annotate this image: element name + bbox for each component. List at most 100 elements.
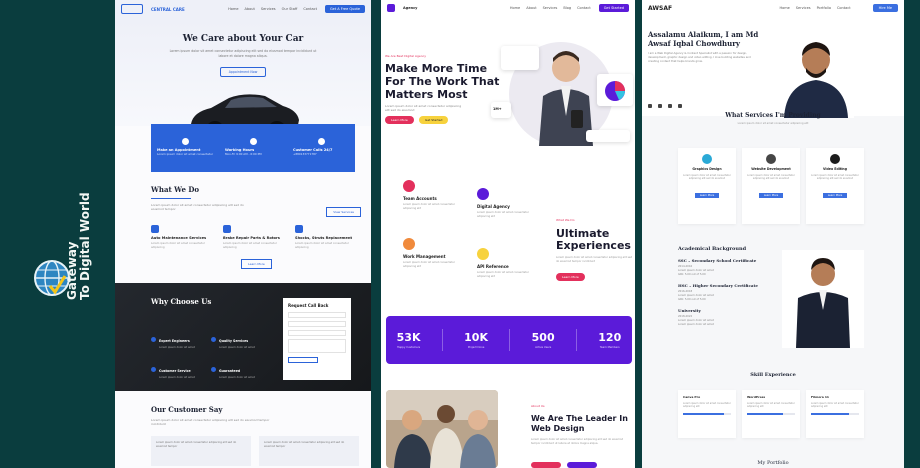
portfolio-nav: AWSAF Home Services Portfolio Contact Hi… (642, 0, 904, 16)
hsc-title: HSC – Higher Secondary Certificate (678, 283, 758, 288)
portfolio-hero: Assalamu Alaikum, I am Md Awsaf Iqbal Ch… (642, 16, 904, 118)
email-field[interactable] (288, 321, 346, 327)
agency-logo-icon[interactable] (387, 4, 395, 12)
ue-learn-more-button[interactable]: Learn More (556, 273, 585, 282)
nav-link[interactable]: Portfolio (817, 6, 831, 10)
stat-item: 53K Happy Customers (397, 331, 421, 349)
agency-icon (477, 188, 489, 200)
nav-link[interactable]: Home (228, 7, 238, 11)
linkedin-icon[interactable] (658, 104, 662, 108)
card-button[interactable]: Learn More (822, 192, 848, 198)
nav-link[interactable]: About (245, 7, 255, 11)
testimonial-card: Lorem ipsum dolor sit amet consectetur a… (151, 436, 251, 466)
submit-button[interactable] (288, 357, 318, 363)
get-started-nav-button[interactable]: Get Started (598, 4, 629, 12)
why-item-title: Guaranteed (219, 369, 241, 374)
car-logo-text: CENTRAL CARE (151, 6, 185, 12)
service-title: Brake Repair Parts & Rotors (223, 236, 280, 240)
what-we-do-section: What We Do Lorem ipsum dolor sit amet co… (151, 185, 361, 270)
leader-section: About Us We Are The Leader In Web Design… (531, 392, 631, 445)
agency-nav: Agency Home About Services Blog Contact … (381, 0, 635, 16)
quote-button[interactable]: Get A Free Quote (324, 5, 365, 13)
why-item: Customer Service Lorem ipsum dolor sit am… (151, 357, 205, 379)
hsc-item: GPA: 5.00 out of 5.00 (678, 298, 706, 301)
skill-card: Canva Pro Lorem ipsum dolor sit amet con… (678, 390, 736, 438)
service-title: API Reference (477, 264, 509, 269)
card-button[interactable]: Learn More (694, 192, 720, 198)
feature-text: +880133771787 (293, 152, 317, 156)
leader-primary-button[interactable] (531, 462, 561, 468)
nav-link[interactable]: Contact (577, 6, 591, 10)
why-item-text: Lorem ipsum dolor sit amet (219, 346, 255, 349)
skill-name: Canva Pro (683, 395, 701, 399)
name-field[interactable] (288, 312, 346, 318)
nav-link[interactable]: Services (261, 7, 276, 11)
agency-logo-text: Agency (403, 6, 418, 10)
service-text: Lorem ipsum dolor sit amet consectetur a… (403, 203, 455, 210)
why-item-text: Lorem ipsum dolor sit amet (159, 376, 195, 380)
facebook-icon[interactable] (648, 104, 652, 108)
stat-label: Happy Customers (397, 346, 421, 349)
skill-card: Filmora 11 Lorem ipsum dolor sit amet co… (806, 390, 864, 438)
view-services-button[interactable]: View Services (326, 207, 361, 217)
learn-more-button[interactable]: Learn More (385, 116, 414, 124)
why-item-title: Expert Engineers (159, 339, 190, 343)
stat-label: Active Users (535, 346, 552, 349)
form-title: Request Call Back (288, 303, 329, 308)
pie-chart-card (597, 74, 633, 106)
skill-progress-fill (683, 412, 724, 415)
nav-link[interactable]: Services (796, 6, 811, 10)
skill-progress-fill (747, 412, 783, 415)
nav-link[interactable]: Home (510, 6, 520, 10)
shock-icon (295, 225, 303, 233)
design-icon (702, 154, 712, 164)
get-started-button[interactable]: Get Started (419, 116, 449, 124)
hero-tag: We Are Best Digital Agency (385, 54, 427, 58)
why-item: Guaranteed Lorem ipsum dolor sit amet (211, 357, 265, 379)
car-hero: We Care about Your Car Lorem ipsum dolor… (115, 18, 371, 143)
skill-text: Lorem ipsum dolor sit amet consectetur a… (811, 402, 859, 409)
skill-cards: Canva Pro Lorem ipsum dolor sit amet con… (678, 390, 864, 438)
testimonial-card: Lorem ipsum dolor sit amet consectetur a… (259, 436, 359, 466)
card-title: Video Editing (823, 167, 847, 171)
brake-icon (223, 225, 231, 233)
nav-link[interactable]: Our Staff (282, 7, 298, 11)
service-title: Digital Agency (477, 204, 510, 209)
skill-text: Lorem ipsum dolor sit amet consectetur a… (747, 402, 795, 409)
nav-link[interactable]: Home (779, 6, 789, 10)
portfolio-logo[interactable]: AWSAF (648, 5, 672, 12)
service-card: Graphics Design Lorem ipsum dolor sit am… (678, 148, 736, 224)
wrench-icon (151, 225, 159, 233)
portfolio-hero-text: I am a Web Digital Agency & Content Spec… (648, 51, 751, 63)
car-hero-title: We Care about Your Car (182, 34, 304, 44)
phone-field[interactable] (288, 330, 346, 336)
car-logo-icon[interactable] (121, 4, 143, 14)
ultimate-experiences: What We Do Ultimate Experiences Lorem ip… (556, 206, 634, 282)
instagram-icon[interactable] (678, 104, 682, 108)
youtube-icon[interactable] (668, 104, 672, 108)
academic-title: Academical Background (678, 246, 747, 252)
card-title: Graphics Design (692, 167, 722, 171)
nav-link[interactable]: Services (543, 6, 558, 10)
learn-more-button[interactable]: Learn More (241, 259, 272, 270)
hire-me-button[interactable]: Hire Me (872, 4, 898, 12)
appointment-button[interactable]: Appointment Now (219, 67, 267, 77)
management-icon (403, 238, 415, 250)
stat-value: 500 (531, 331, 555, 344)
agency-site-preview: Agency Home About Services Blog Contact … (381, 0, 635, 468)
service-title: Team Accounts (403, 196, 437, 201)
phone-icon (317, 138, 325, 145)
service-text: Lorem ipsum dolor sit amet consectetur a… (223, 241, 277, 249)
leader-secondary-button[interactable] (567, 462, 597, 468)
stat-value: 120 (598, 331, 622, 344)
nav-link[interactable]: About (526, 6, 536, 10)
nav-link[interactable]: Blog (563, 6, 571, 10)
brand-line-2: To Digital World (78, 192, 92, 300)
nav-link[interactable]: Contact (303, 7, 317, 11)
nav-link[interactable]: Contact (837, 6, 851, 10)
agency-hero-text: Lorem ipsum dolor sit amet consectetur a… (385, 104, 462, 112)
message-field[interactable] (288, 339, 346, 353)
skill-card: WordPress Lorem ipsum dolor sit amet con… (742, 390, 800, 438)
portfolio-title: My Portfolio (757, 460, 789, 466)
card-button[interactable]: Learn More (758, 192, 784, 198)
